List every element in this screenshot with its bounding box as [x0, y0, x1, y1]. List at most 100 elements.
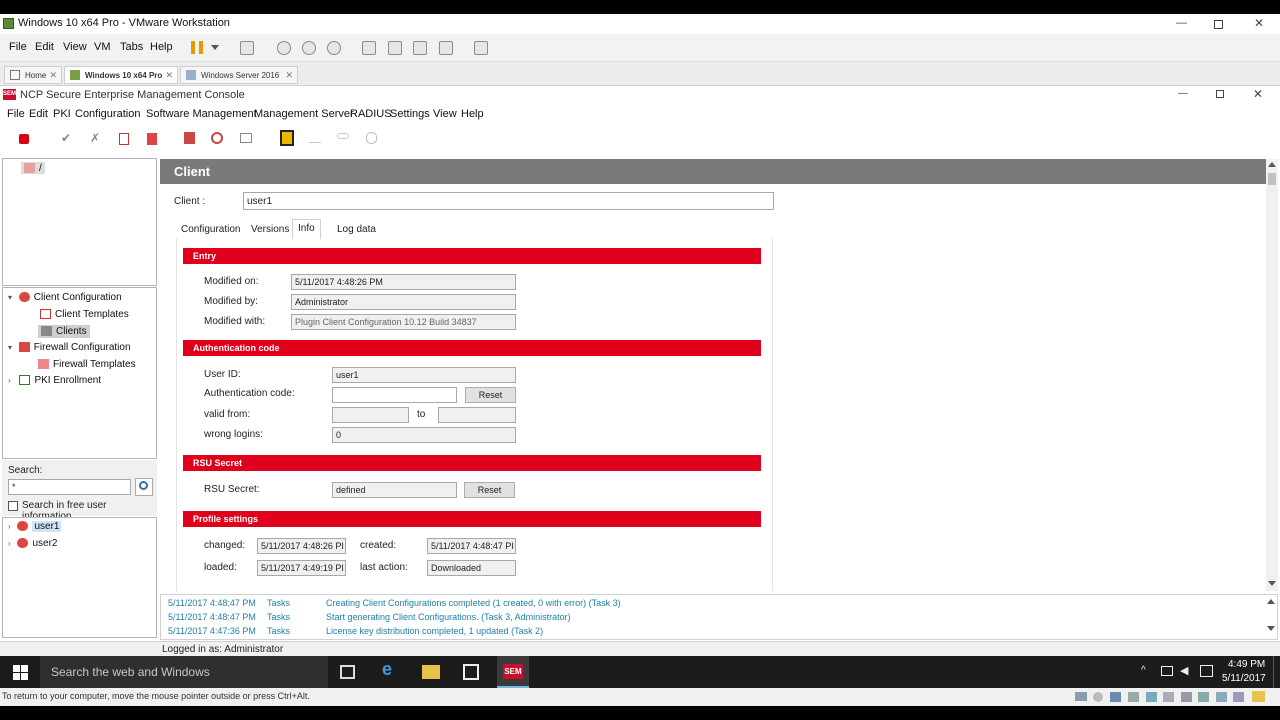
tab-info[interactable]: Info: [292, 219, 321, 239]
auth-code-reset-button[interactable]: Reset: [465, 387, 516, 403]
close-tab-icon[interactable]: ✕: [285, 70, 293, 81]
search-button[interactable]: [135, 478, 153, 496]
vmware-menu-help[interactable]: Help: [150, 41, 173, 53]
tab-versions[interactable]: Versions: [246, 221, 294, 239]
tree-node-firewall-templates[interactable]: Firewall Templates: [38, 359, 136, 370]
collapse-icon[interactable]: ›: [8, 539, 11, 548]
device-network-icon[interactable]: [1110, 692, 1121, 702]
file-explorer-icon[interactable]: [422, 665, 440, 679]
restore-icon[interactable]: [1216, 90, 1224, 98]
edge-icon[interactable]: e: [382, 659, 400, 679]
key-disabled-icon[interactable]: [337, 133, 349, 139]
chevron-down-icon[interactable]: [211, 45, 219, 50]
device-bluetooth-icon[interactable]: [1216, 692, 1227, 702]
close-icon[interactable]: ✕: [1254, 16, 1264, 30]
vmware-menu-edit[interactable]: Edit: [35, 41, 54, 53]
fullscreen-icon[interactable]: [413, 41, 427, 55]
scroll-up-icon[interactable]: [1268, 162, 1276, 167]
minimize-icon[interactable]: —: [1178, 88, 1188, 99]
list-item[interactable]: › user1: [8, 521, 62, 532]
pause-icon[interactable]: [191, 41, 203, 54]
client-name-field[interactable]: user1: [243, 192, 774, 210]
expand-icon[interactable]: ▾: [8, 343, 12, 352]
device-usb2-icon[interactable]: [1198, 692, 1209, 702]
menu-help[interactable]: Help: [461, 108, 484, 120]
taskbar-search-box[interactable]: Search the web and Windows: [40, 656, 328, 688]
table-icon[interactable]: [240, 133, 252, 143]
sidebar-toggle-icon[interactable]: [362, 41, 376, 55]
console-view-icon[interactable]: [474, 41, 488, 55]
menu-settings[interactable]: Settings: [390, 108, 430, 120]
list-item[interactable]: › user2: [8, 538, 57, 549]
revert-snapshot-icon[interactable]: [302, 41, 316, 55]
snapshot-icon[interactable]: [277, 41, 291, 55]
notification-icon[interactable]: [1200, 665, 1213, 677]
menu-management-server[interactable]: Management Server: [254, 108, 354, 120]
lock-icon[interactable]: [19, 134, 29, 144]
clock-date[interactable]: 5/11/2017: [1222, 673, 1266, 684]
collapse-icon[interactable]: ›: [8, 376, 11, 385]
device-display-icon[interactable]: [1181, 692, 1192, 702]
vmware-menu-file[interactable]: File: [9, 41, 27, 53]
message-log-icon[interactable]: [1252, 691, 1265, 702]
vmware-menu-tabs[interactable]: Tabs: [120, 41, 143, 53]
task-view-icon[interactable]: [340, 665, 355, 679]
scroll-thumb[interactable]: [1268, 173, 1276, 185]
device-printer-icon[interactable]: [1163, 692, 1174, 702]
padlock-disabled-icon[interactable]: [366, 132, 377, 144]
menu-edit[interactable]: Edit: [29, 108, 48, 120]
sem-taskbar-button[interactable]: SEM: [497, 656, 529, 688]
search-input[interactable]: *: [8, 479, 131, 495]
tab-log-data[interactable]: Log data: [332, 221, 381, 239]
unity-icon[interactable]: [439, 41, 453, 55]
tree-node-firewall-configuration[interactable]: ▾ Firewall Configuration: [8, 342, 131, 353]
menu-radius[interactable]: RADIUS: [350, 108, 392, 120]
tree-node-clients[interactable]: Clients: [38, 325, 90, 338]
menu-software-management[interactable]: Software Management: [146, 108, 257, 120]
cert-disabled-icon[interactable]: [309, 133, 321, 143]
copy-icon[interactable]: [184, 132, 195, 144]
vmware-menu-vm[interactable]: VM: [94, 41, 111, 53]
tab-home[interactable]: Home ✕: [4, 66, 62, 84]
valid-to-field[interactable]: [438, 407, 516, 423]
menu-file[interactable]: File: [7, 108, 25, 120]
tab-windows-10[interactable]: Windows 10 x64 Pro ✕: [64, 66, 178, 84]
auth-code-field[interactable]: [332, 387, 457, 403]
tab-configuration[interactable]: Configuration: [176, 221, 245, 239]
menu-pki[interactable]: PKI: [53, 108, 71, 120]
check-icon[interactable]: ✔: [61, 131, 71, 145]
move-icon[interactable]: [211, 132, 223, 144]
volume-icon[interactable]: ◀: [1180, 664, 1188, 677]
delete-icon[interactable]: [147, 133, 157, 145]
scroll-up-icon[interactable]: [1267, 599, 1275, 604]
store-icon[interactable]: [463, 664, 479, 680]
tree-node-pki-enrollment[interactable]: › PKI Enrollment: [8, 375, 101, 386]
device-hdd-icon[interactable]: [1075, 692, 1087, 701]
vmware-menu-view[interactable]: View: [63, 41, 87, 53]
clock-time[interactable]: 4:49 PM: [1228, 659, 1265, 670]
windows-start-icon[interactable]: [13, 665, 28, 680]
vertical-scrollbar[interactable]: [1266, 159, 1278, 591]
root-node[interactable]: /: [21, 162, 45, 174]
send-keys-icon[interactable]: [240, 41, 254, 55]
restore-icon[interactable]: [1214, 20, 1223, 29]
thumbnail-icon[interactable]: [388, 41, 402, 55]
show-hidden-icons-icon[interactable]: ^: [1141, 665, 1146, 676]
expand-icon[interactable]: ▾: [8, 293, 12, 302]
minimize-icon[interactable]: —: [1176, 17, 1187, 29]
cancel-icon[interactable]: ✗: [90, 131, 100, 145]
menu-configuration[interactable]: Configuration: [75, 108, 140, 120]
close-tab-icon[interactable]: ✕: [49, 70, 57, 81]
action-center-icon[interactable]: [1273, 656, 1280, 688]
tab-windows-server[interactable]: Windows Server 2016 ✕: [180, 66, 298, 84]
valid-from-field[interactable]: [332, 407, 409, 423]
scroll-down-icon[interactable]: [1268, 581, 1276, 586]
tree-node-client-configuration[interactable]: ▾ Client Configuration: [8, 292, 122, 303]
network-icon[interactable]: [1161, 666, 1173, 676]
tree-node-client-templates[interactable]: Client Templates: [40, 309, 129, 320]
close-tab-icon[interactable]: ✕: [165, 70, 173, 81]
collapse-icon[interactable]: ›: [8, 522, 11, 531]
new-icon[interactable]: [119, 133, 129, 145]
free-user-info-checkbox[interactable]: [8, 501, 18, 511]
device-usb-icon[interactable]: [1128, 692, 1139, 702]
